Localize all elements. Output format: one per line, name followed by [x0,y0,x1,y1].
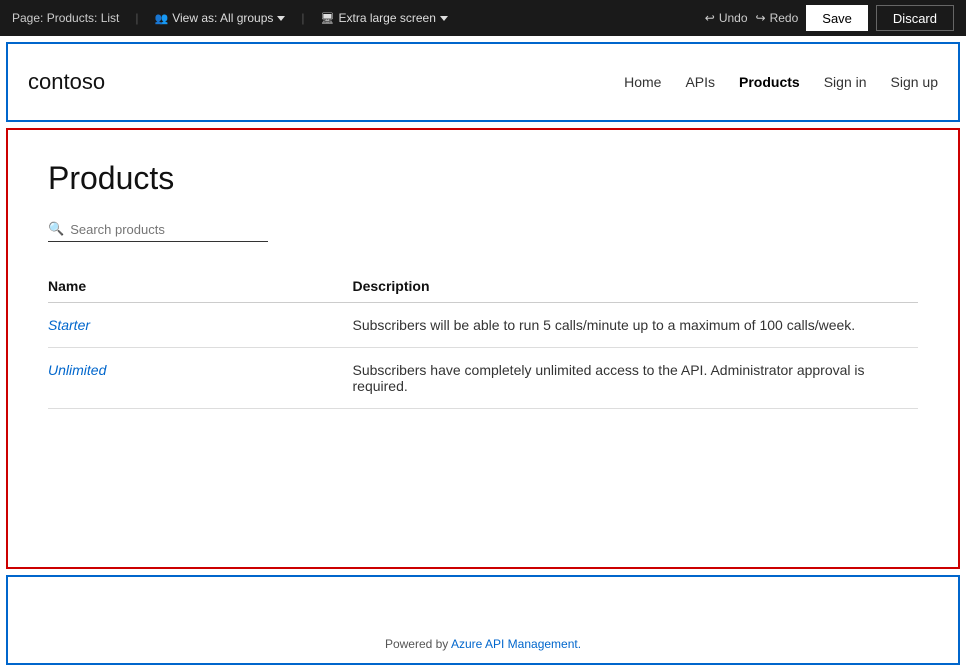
chevron-down-icon [277,16,285,21]
undo-button[interactable]: Undo [705,11,748,25]
search-container: 🔍 [48,221,268,242]
product-desc-cell: Subscribers will be able to run 5 calls/… [353,303,919,348]
save-button[interactable]: Save [806,5,868,31]
nav-products[interactable]: Products [739,74,800,90]
search-icon: 🔍 [48,221,64,237]
toolbar-left: Page: Products: List | View as: All grou… [12,11,689,25]
chevron-down-icon2 [440,16,448,21]
undo-icon [705,11,715,25]
page-label: Page: Products: List [12,11,119,25]
screen-icon [321,11,335,25]
product-name-cell: Unlimited [48,348,353,409]
footer-static-text: Powered by [385,637,451,651]
page-title: Products [48,160,918,197]
brand-logo: contoso [28,69,624,95]
product-name-cell: Starter [48,303,353,348]
screen-label: Extra large screen [338,11,435,25]
discard-button[interactable]: Discard [876,5,954,31]
product-link[interactable]: Unlimited [48,362,106,378]
nav-apis[interactable]: APIs [685,74,715,90]
product-link[interactable]: Starter [48,317,90,333]
table-row: Starter Subscribers will be able to run 5… [48,303,918,348]
footer-link[interactable]: Azure API Management. [451,637,581,651]
products-table: Name Description Starter Subscribers will… [48,270,918,409]
redo-button[interactable]: Redo [756,11,799,25]
product-desc-cell: Subscribers have completely unlimited ac… [353,348,919,409]
view-as-button[interactable]: View as: All groups [155,11,286,25]
toolbar-separator: | [135,11,138,25]
undo-label: Undo [719,11,748,25]
footer-text: Powered by Azure API Management. [385,637,581,651]
col-header-name: Name [48,270,353,303]
nav-signin[interactable]: Sign in [824,74,867,90]
toolbar: Page: Products: List | View as: All grou… [0,0,966,36]
header-section: contoso Home APIs Products Sign in Sign … [6,42,960,122]
nav-links: Home APIs Products Sign in Sign up [624,74,938,90]
table-row: Unlimited Subscribers have completely unl… [48,348,918,409]
view-label: View as: All groups [172,11,273,25]
redo-label: Redo [770,11,799,25]
main-section: Products 🔍 Name Description Starter Subsc… [6,128,960,569]
nav-signup[interactable]: Sign up [891,74,938,90]
search-input[interactable] [70,222,268,237]
page-wrapper: contoso Home APIs Products Sign in Sign … [0,36,966,671]
redo-icon [756,11,766,25]
footer-section: Powered by Azure API Management. [6,575,960,665]
view-icon [155,11,169,25]
nav-home[interactable]: Home [624,74,661,90]
toolbar-right: Undo Redo Save Discard [705,5,954,31]
table-header-row: Name Description [48,270,918,303]
screen-size-button[interactable]: Extra large screen [321,11,448,25]
col-header-desc: Description [353,270,919,303]
toolbar-separator2: | [301,11,304,25]
